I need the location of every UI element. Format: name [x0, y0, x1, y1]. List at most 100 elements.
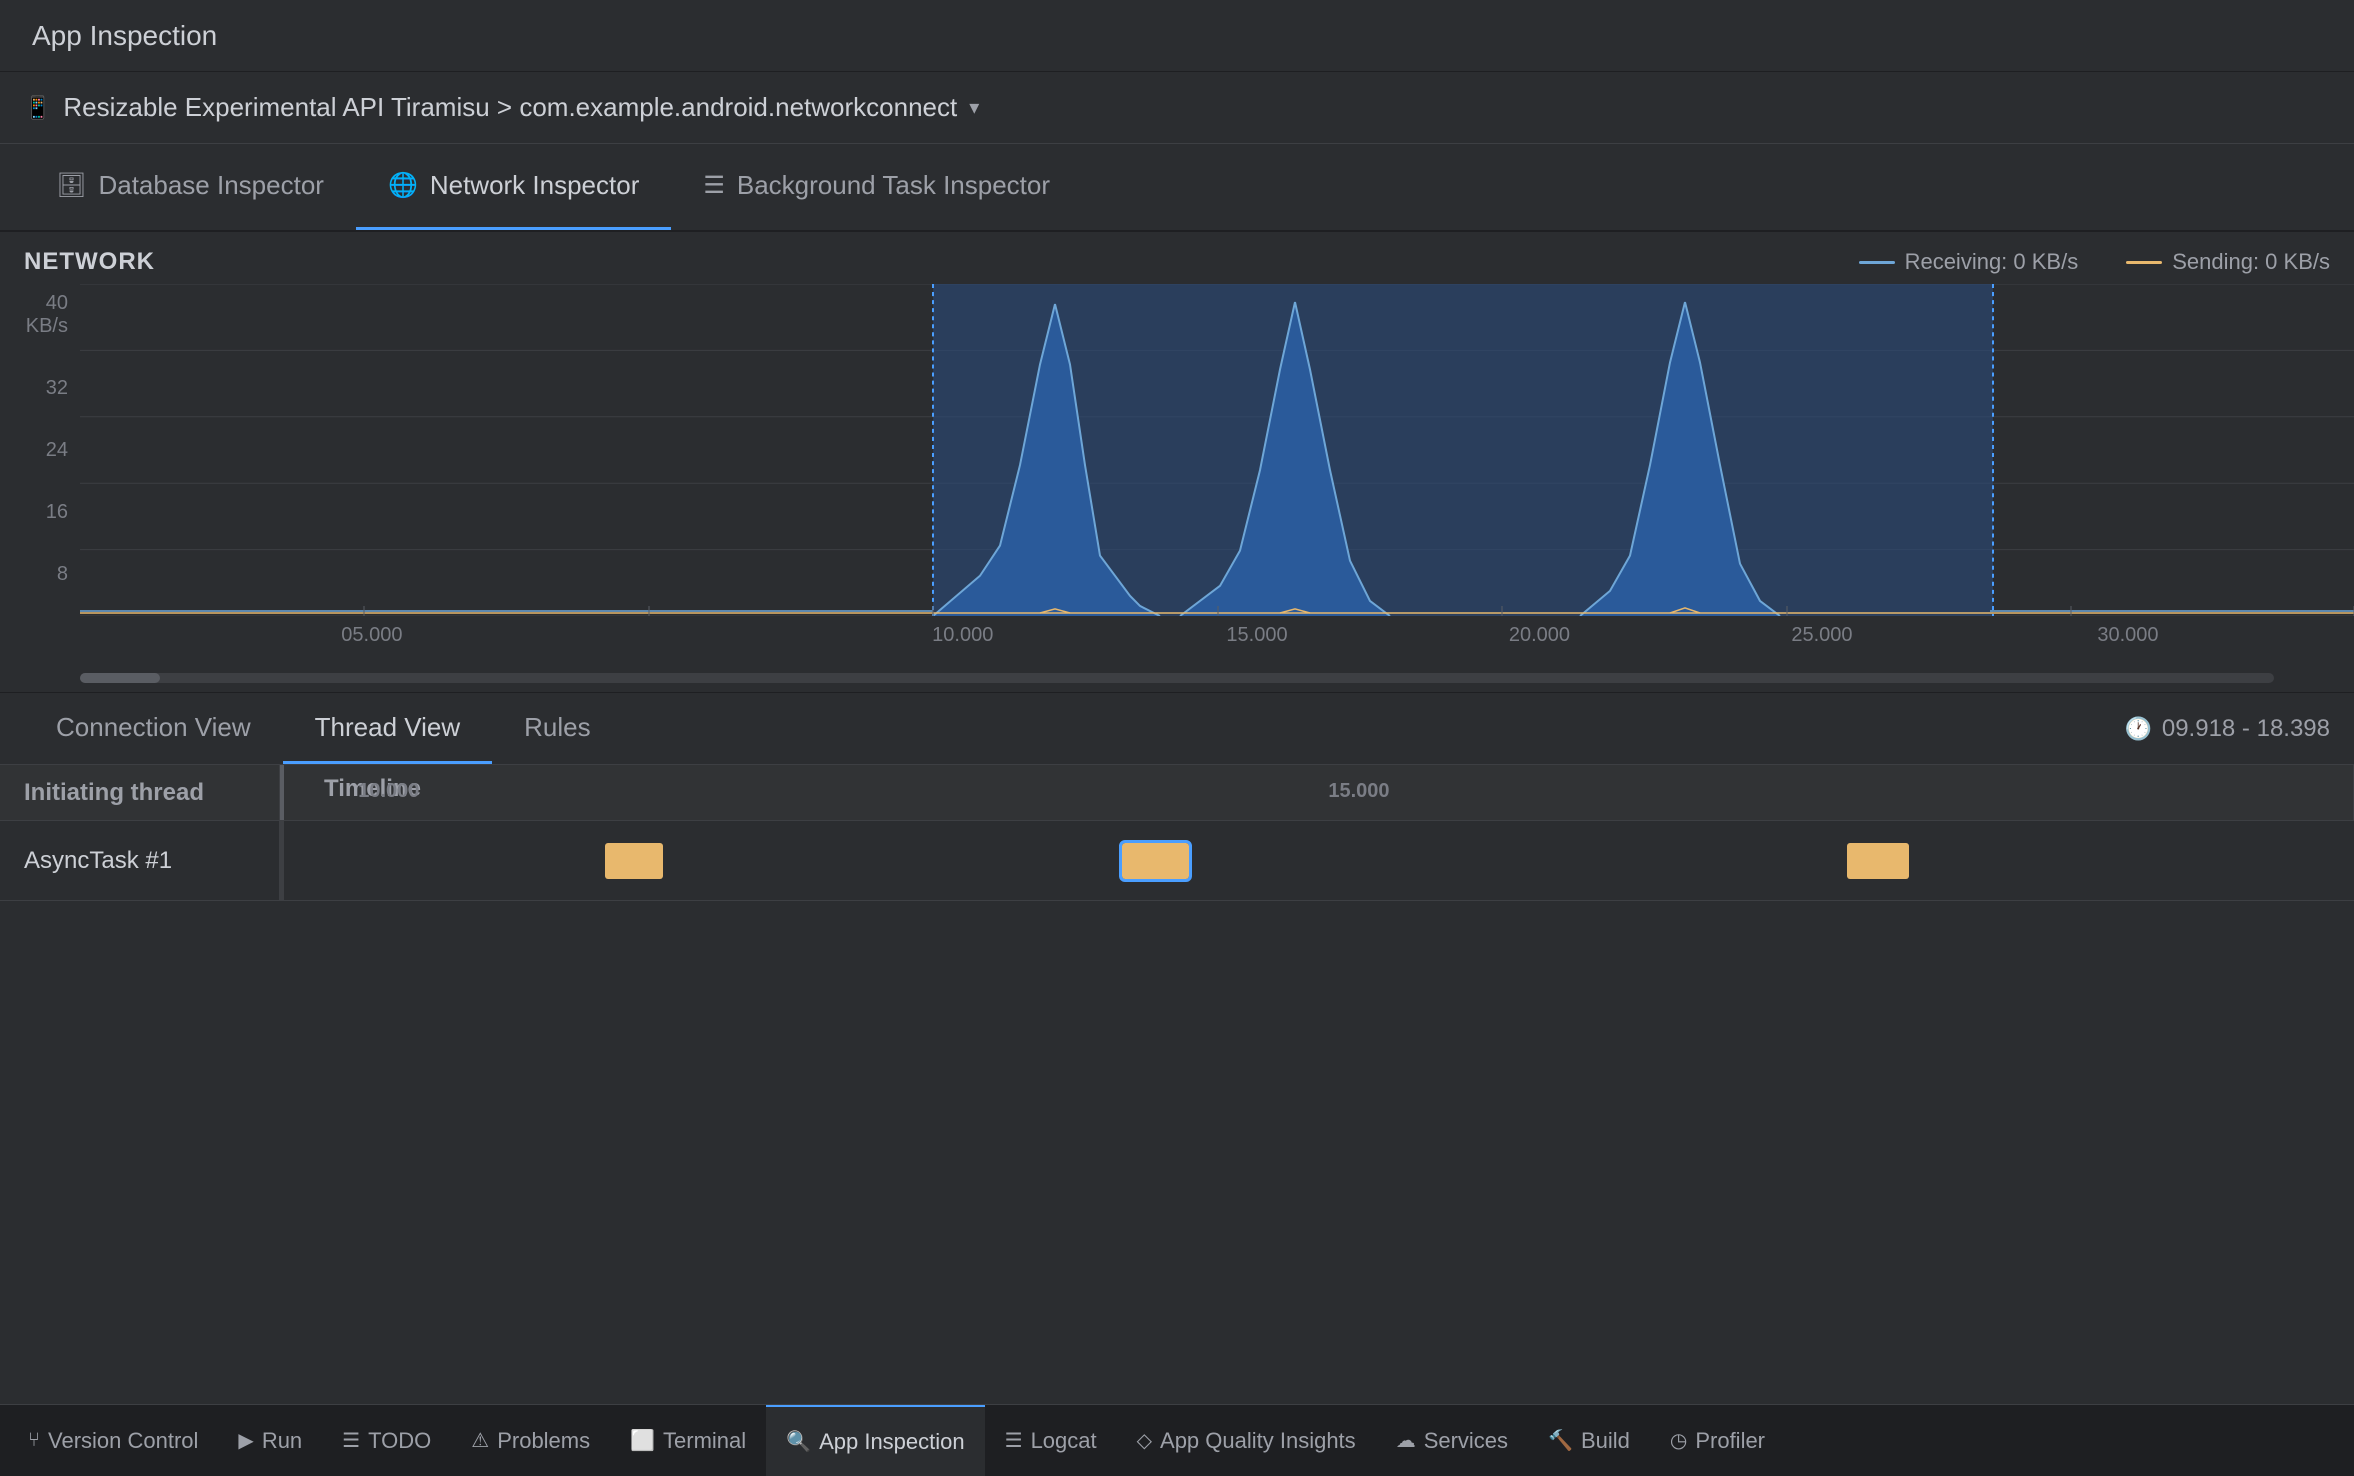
receiving-label: Receiving: 0 KB/s	[1905, 249, 2079, 275]
run-icon: ▶	[238, 1428, 253, 1453]
x-axis: 05.000 10.000 15.000 20.000 25.000 30.00…	[0, 616, 2354, 664]
background-icon: ☰	[703, 171, 725, 200]
y-label-32: 32	[12, 377, 68, 400]
todo-label: TODO	[368, 1428, 431, 1454]
app-inspection-label: App Inspection	[819, 1429, 965, 1455]
services-label: Services	[1424, 1428, 1508, 1454]
status-build[interactable]: 🔨 Build	[1528, 1405, 1650, 1476]
tab-background-label: Background Task Inspector	[737, 170, 1050, 201]
task-block-3[interactable]	[1847, 843, 1909, 879]
network-chart-area: NETWORK Receiving: 0 KB/s Sending: 0 KB/…	[0, 232, 2354, 692]
status-app-inspection[interactable]: 🔍 App Inspection	[766, 1405, 984, 1476]
thread-name: AsyncTask #1	[24, 847, 172, 875]
legend-sending: Sending: 0 KB/s	[2126, 249, 2330, 275]
status-run[interactable]: ▶ Run	[218, 1405, 322, 1476]
title-bar: App Inspection	[0, 0, 2354, 72]
device-selector[interactable]: Resizable Experimental API Tiramisu > co…	[63, 92, 979, 123]
chart-container[interactable]: 40 KB/s 32 24 16 8	[0, 284, 2354, 616]
scrollbar-area	[0, 664, 2354, 692]
timeline-header: Timeline 10.000 15.000	[308, 775, 2329, 811]
todo-icon: ☰	[342, 1428, 360, 1453]
version-control-label: Version Control	[48, 1428, 198, 1454]
status-problems[interactable]: ⚠ Problems	[451, 1405, 610, 1476]
tab-connection-view[interactable]: Connection View	[24, 693, 283, 764]
device-icon: 📱	[24, 95, 51, 121]
tab-network[interactable]: 🌐 Network Inspector	[356, 144, 671, 230]
database-icon: 🗄	[56, 171, 86, 200]
clock-icon: 🕐	[2124, 716, 2151, 742]
time-range-value: 09.918 - 18.398	[2162, 715, 2330, 743]
thread-timeline-cell[interactable]	[284, 821, 2354, 900]
logcat-icon: ☰	[1005, 1428, 1023, 1453]
run-label: Run	[262, 1428, 302, 1454]
status-services[interactable]: ☁ Services	[1376, 1405, 1528, 1476]
x-label-30: 30.000	[2097, 624, 2158, 647]
inspector-tabs: 🗄 Database Inspector 🌐 Network Inspector…	[0, 144, 2354, 232]
sending-line	[2126, 261, 2162, 264]
scrollbar-thumb[interactable]	[80, 673, 160, 683]
x-label-25: 25.000	[1791, 624, 1852, 647]
tab-rules[interactable]: Rules	[492, 693, 622, 764]
tab-rules-label: Rules	[524, 712, 590, 743]
status-app-quality[interactable]: ◇ App Quality Insights	[1117, 1405, 1376, 1476]
status-todo[interactable]: ☰ TODO	[322, 1405, 451, 1476]
tab-database-label: Database Inspector	[98, 170, 323, 201]
x-label-15: 15.000	[1226, 624, 1287, 647]
view-tabs: Connection View Thread View Rules 🕐 09.9…	[0, 693, 2354, 765]
terminal-label: Terminal	[663, 1428, 746, 1454]
status-profiler[interactable]: ◷ Profiler	[1650, 1405, 1785, 1476]
scrollbar-track[interactable]	[80, 673, 2274, 683]
terminal-icon: ⬜	[630, 1428, 655, 1453]
receiving-line	[1859, 261, 1895, 264]
version-control-icon: ⑂	[28, 1429, 40, 1452]
timeline-tick-15: 15.000	[1328, 780, 1389, 803]
status-version-control[interactable]: ⑂ Version Control	[8, 1405, 218, 1476]
device-bar: 📱 Resizable Experimental API Tiramisu > …	[0, 72, 2354, 144]
task-block-1[interactable]	[605, 843, 663, 879]
x-label-05: 05.000	[341, 624, 402, 647]
problems-icon: ⚠	[471, 1428, 489, 1453]
x-label-20: 20.000	[1509, 624, 1570, 647]
header-timeline: Timeline 10.000 15.000	[284, 765, 2354, 820]
network-legend: Receiving: 0 KB/s Sending: 0 KB/s	[1859, 249, 2330, 275]
chart-main[interactable]	[80, 284, 2354, 616]
task-block-2[interactable]	[1122, 843, 1188, 879]
y-label-16: 16	[12, 501, 68, 524]
network-header: NETWORK Receiving: 0 KB/s Sending: 0 KB/…	[0, 232, 2354, 284]
x-label-10: 10.000	[932, 624, 993, 647]
initiating-thread-label: Initiating thread	[24, 779, 204, 807]
sending-label: Sending: 0 KB/s	[2172, 249, 2330, 275]
y-axis: 40 KB/s 32 24 16 8	[0, 284, 80, 616]
tab-thread-view[interactable]: Thread View	[283, 693, 493, 764]
thread-table-header: Initiating thread Timeline 10.000 15.000	[0, 765, 2354, 821]
time-range-display: 🕐 09.918 - 18.398	[2124, 715, 2330, 743]
app-title: App Inspection	[32, 20, 217, 52]
status-terminal[interactable]: ⬜ Terminal	[610, 1405, 766, 1476]
app-quality-label: App Quality Insights	[1160, 1428, 1356, 1454]
header-initiating-thread: Initiating thread	[0, 765, 280, 820]
network-title: NETWORK	[24, 248, 155, 276]
tab-network-label: Network Inspector	[430, 170, 640, 201]
y-label-8: 8	[12, 563, 68, 586]
chart-svg	[80, 284, 2354, 616]
thread-table: Initiating thread Timeline 10.000 15.000…	[0, 765, 2354, 1404]
services-icon: ☁	[1396, 1428, 1416, 1453]
status-logcat[interactable]: ☰ Logcat	[985, 1405, 1117, 1476]
y-label-24: 24	[12, 439, 68, 462]
problems-label: Problems	[497, 1428, 590, 1454]
tab-database[interactable]: 🗄 Database Inspector	[24, 144, 356, 230]
profiler-label: Profiler	[1695, 1428, 1765, 1454]
tab-background[interactable]: ☰ Background Task Inspector	[671, 144, 1082, 230]
device-name: Resizable Experimental API Tiramisu > co…	[63, 92, 957, 123]
bottom-panel: Connection View Thread View Rules 🕐 09.9…	[0, 692, 2354, 1404]
logcat-label: Logcat	[1031, 1428, 1097, 1454]
app-quality-icon: ◇	[1137, 1428, 1152, 1453]
build-label: Build	[1581, 1428, 1630, 1454]
y-label-40: 40 KB/s	[12, 292, 68, 338]
thread-name-cell: AsyncTask #1	[0, 821, 280, 900]
table-row: AsyncTask #1	[0, 821, 2354, 901]
status-bar: ⑂ Version Control ▶ Run ☰ TODO ⚠ Problem…	[0, 1404, 2354, 1476]
tab-thread-label: Thread View	[315, 712, 461, 743]
network-icon: 🌐	[388, 171, 418, 200]
timeline-tick-10: 10.000	[358, 780, 419, 803]
